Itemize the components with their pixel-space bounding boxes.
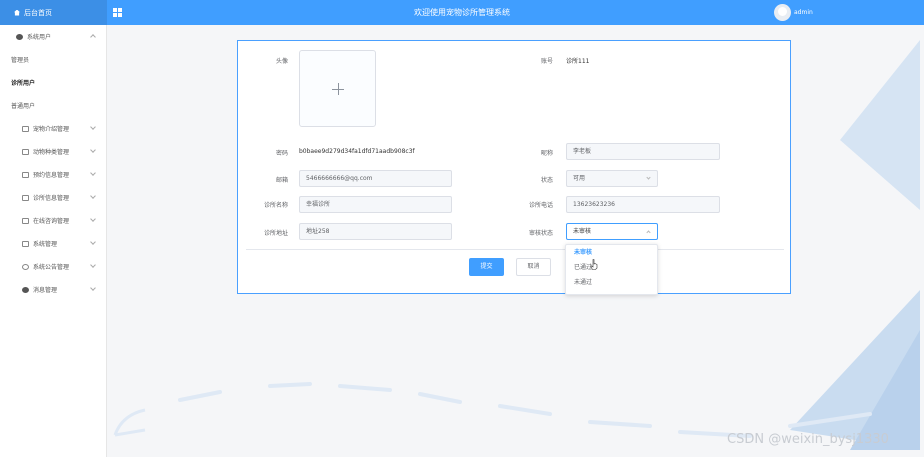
sidebar-item-clinic-info[interactable]: 诊所信息管理 (0, 186, 106, 209)
sidebar-item-appointments[interactable]: 预约信息管理 (0, 163, 106, 186)
folder-icon (22, 125, 29, 132)
review-status-select-value: 未审核 (573, 228, 592, 235)
clock-icon (22, 263, 29, 270)
password-value: b0baee9d279d34fa1dfd71aadb908c3f (299, 148, 415, 155)
sidebar-item-announcements[interactable]: 系统公告管理 (0, 255, 106, 278)
cancel-button[interactable]: 取消 (516, 258, 551, 276)
account-value: 诊所111 (566, 58, 590, 65)
sidebar-group-system-users[interactable]: 系统用户 (0, 25, 106, 48)
user-edit-form: 头像 账号 诊所111 密码 b0baee9d279d34fa1dfd71aad… (237, 40, 791, 294)
sidebar: 系统用户 管理员 诊所用户 普通用户 宠物介绍管理 动物种类管理 预约信息管理 … (0, 25, 107, 457)
sidebar-item-label: 预约信息管理 (33, 172, 70, 179)
location-icon (22, 286, 29, 293)
sidebar-item-normal-users[interactable]: 普通用户 (0, 94, 106, 117)
clinic-name-label: 诊所名称 (263, 202, 288, 209)
chevron-down-icon (90, 193, 96, 199)
sidebar-item-label: 系统管理 (33, 241, 58, 248)
account-label: 账号 (540, 58, 553, 65)
clinic-phone-field[interactable]: 13623623236 (566, 196, 720, 213)
sidebar-item-label: 管理员 (11, 57, 30, 64)
avatar-label: 头像 (275, 58, 288, 65)
chevron-down-icon (90, 216, 96, 222)
chevron-up-icon (90, 34, 96, 40)
status-select-value: 可用 (573, 175, 586, 182)
status-label: 状态 (540, 177, 553, 184)
sidebar-item-pet-intro[interactable]: 宠物介绍管理 (0, 117, 106, 140)
chevron-down-icon (90, 262, 96, 268)
clinic-address-field[interactable]: 地址258 (299, 223, 452, 240)
sidebar-group-label: 系统用户 (27, 34, 52, 41)
username: admin (794, 9, 813, 16)
clinic-name-field[interactable]: 幸福诊所 (299, 196, 452, 213)
folder-icon (22, 171, 29, 178)
sidebar-item-clinic-users[interactable]: 诊所用户 (0, 71, 106, 94)
chevron-down-icon (90, 285, 96, 291)
nickname-label: 昵称 (540, 150, 553, 157)
chevron-down-icon (90, 147, 96, 153)
sidebar-item-system[interactable]: 系统管理 (0, 232, 106, 255)
hand-cursor-icon (590, 259, 598, 270)
chevron-down-icon (646, 175, 651, 180)
avatar-uploader[interactable] (299, 50, 376, 127)
nickname-field[interactable]: 李老板 (566, 143, 720, 160)
sidebar-item-label: 诊所用户 (11, 80, 36, 87)
user-icon (16, 33, 23, 40)
review-status-dropdown: 未审核 已通过 未通过 (565, 244, 658, 295)
form-divider (246, 249, 784, 250)
folder-icon (22, 194, 29, 201)
chevron-up-icon (646, 230, 651, 235)
dropdown-option-pending[interactable]: 未审核 (566, 245, 657, 260)
clinic-address-label: 诊所地址 (263, 230, 288, 237)
email-field[interactable]: 5466666666@qq.com (299, 170, 452, 187)
top-bar: 后台首页 欢迎使用宠物诊所管理系统 admin (0, 0, 924, 25)
sidebar-item-messages[interactable]: 消息管理 (0, 278, 106, 301)
email-label: 邮箱 (275, 177, 288, 184)
sidebar-item-label: 宠物介绍管理 (33, 126, 70, 133)
avatar (774, 4, 791, 21)
sidebar-item-consultation[interactable]: 在线咨询管理 (0, 209, 106, 232)
review-status-label: 审核状态 (528, 230, 553, 237)
submit-button[interactable]: 提交 (469, 258, 504, 276)
chevron-down-icon (90, 124, 96, 130)
sidebar-item-label: 动物种类管理 (33, 149, 70, 156)
plus-icon (332, 83, 344, 95)
settings-icon (22, 240, 29, 247)
sidebar-item-animal-types[interactable]: 动物种类管理 (0, 140, 106, 163)
sidebar-item-label: 在线咨询管理 (33, 218, 70, 225)
watermark: CSDN @weixin_bysj1330 (727, 432, 889, 447)
clinic-phone-label: 诊所电话 (528, 202, 553, 209)
sidebar-item-label: 普通用户 (11, 103, 36, 110)
sidebar-item-label: 系统公告管理 (33, 264, 70, 271)
user-menu[interactable]: admin (774, 4, 813, 21)
status-select[interactable]: 可用 (566, 170, 658, 187)
password-label: 密码 (275, 150, 288, 157)
dropdown-option-rejected[interactable]: 未通过 (566, 275, 657, 290)
dropdown-option-approved[interactable]: 已通过 (566, 260, 657, 275)
sidebar-item-label: 消息管理 (33, 287, 58, 294)
folder-icon (22, 148, 29, 155)
chevron-down-icon (90, 239, 96, 245)
review-status-select[interactable]: 未审核 (566, 223, 658, 240)
chevron-down-icon (90, 170, 96, 176)
sidebar-item-admin[interactable]: 管理员 (0, 48, 106, 71)
sidebar-item-label: 诊所信息管理 (33, 195, 70, 202)
folder-icon (22, 217, 29, 224)
